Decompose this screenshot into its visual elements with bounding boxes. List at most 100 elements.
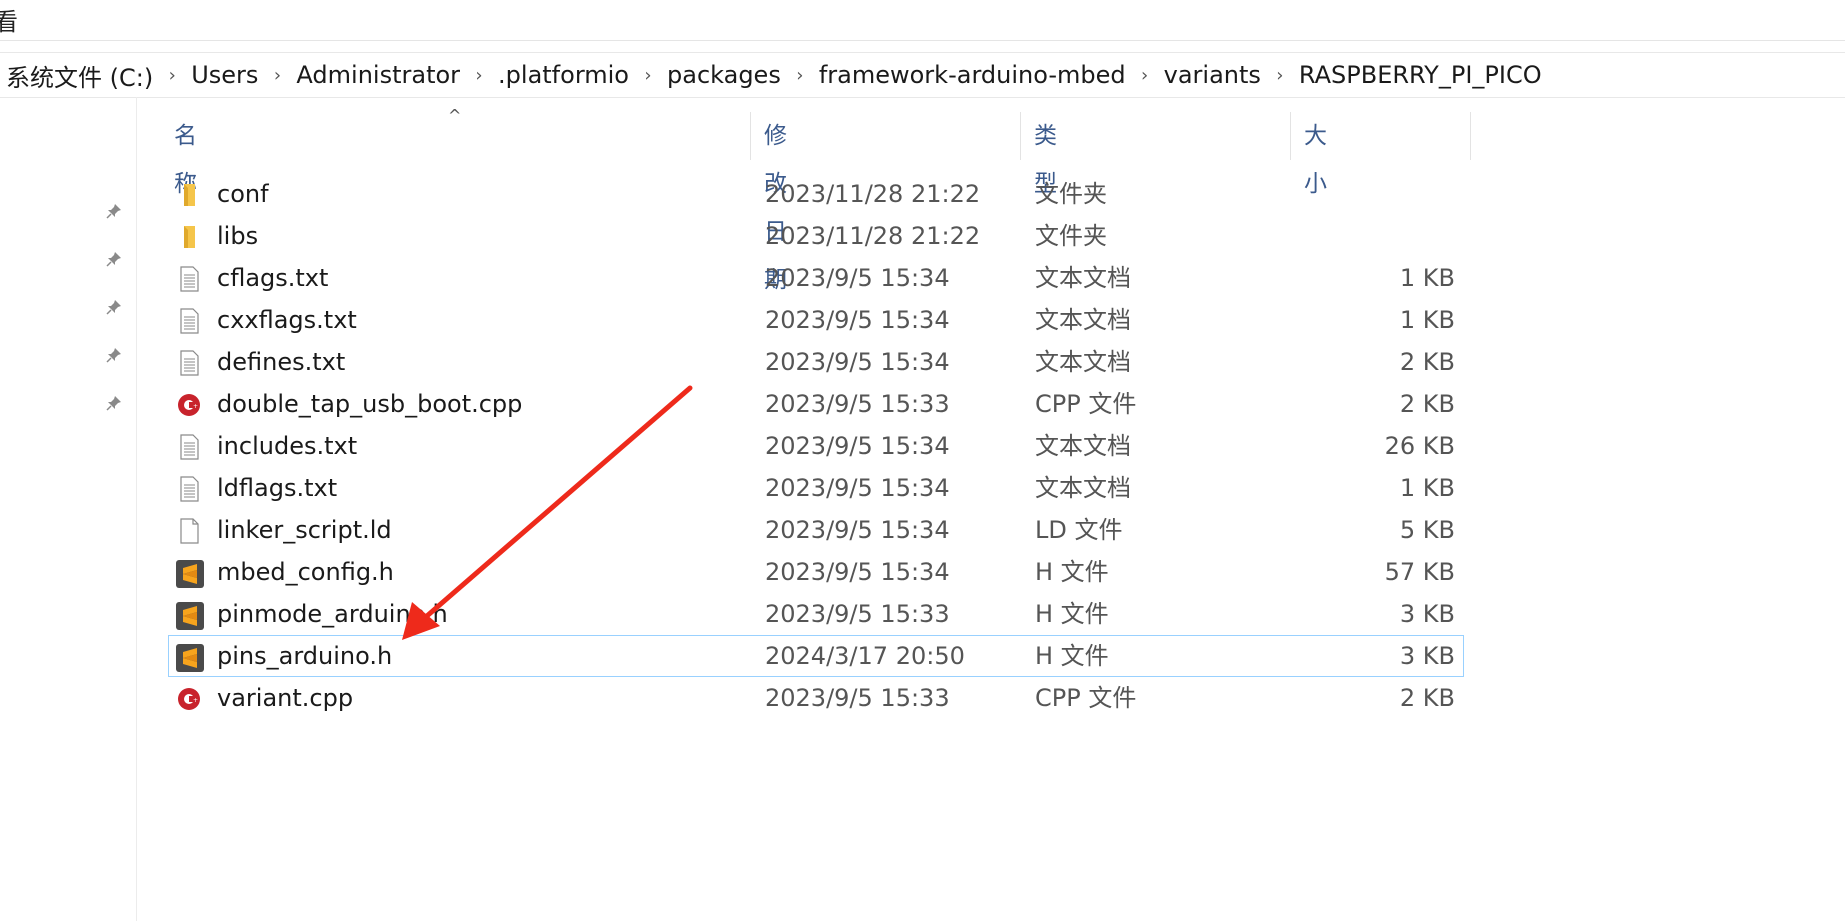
file-modified-date: 2023/9/5 15:34 xyxy=(765,264,950,292)
sublime-file-icon xyxy=(175,559,204,588)
file-modified-date: 2023/9/5 15:33 xyxy=(765,600,950,628)
column-header-date[interactable]: 修改日期 xyxy=(758,112,787,293)
column-header-size[interactable]: 大小 xyxy=(1298,112,1327,197)
folder-icon xyxy=(175,223,203,251)
text-file-icon xyxy=(175,475,203,503)
file-type: 文件夹 xyxy=(1035,222,1107,250)
pin-icon[interactable] xyxy=(102,247,126,271)
breadcrumb-item-current-folder[interactable]: RASPBERRY_PI_PICO xyxy=(1291,61,1550,89)
file-row[interactable]: cxxflags.txt 2023/9/5 15:34 文本文档 1 KB xyxy=(168,299,1464,341)
view-menu-label[interactable]: 看 xyxy=(0,2,18,37)
file-modified-date: 2023/11/28 21:22 xyxy=(765,180,981,208)
file-list: conf 2023/11/28 21:22 文件夹 libs 2023/11/28 21… xyxy=(168,173,1464,719)
pin-icon[interactable] xyxy=(102,199,126,223)
breadcrumb-item-variants[interactable]: variants xyxy=(1156,61,1269,89)
column-divider[interactable] xyxy=(1470,112,1471,160)
file-type: 文本文档 xyxy=(1035,348,1131,376)
file-name: includes.txt xyxy=(217,432,358,460)
file-name: conf xyxy=(217,180,269,208)
breadcrumb-item-administrator[interactable]: Administrator xyxy=(288,61,468,89)
pin-icon[interactable] xyxy=(102,343,126,367)
file-modified-date: 2023/9/5 15:34 xyxy=(765,348,950,376)
file-type: H 文件 xyxy=(1035,600,1109,628)
file-size: 3 KB xyxy=(1399,600,1455,628)
file-row[interactable]: pinmode_arduino.h 2023/9/5 15:33 H 文件 3 KB xyxy=(168,593,1464,635)
file-modified-date: 2023/9/5 15:34 xyxy=(765,474,950,502)
chevron-right-icon[interactable]: › xyxy=(637,65,659,86)
ribbon-toolbar: 看 xyxy=(0,0,1845,41)
file-modified-date: 2023/9/5 15:34 xyxy=(765,558,950,586)
file-row-selected[interactable]: pins_arduino.h 2024/3/17 20:50 H 文件 3 KB xyxy=(168,635,1464,677)
text-file-icon xyxy=(175,265,203,293)
column-header-name[interactable]: 名称 xyxy=(168,112,197,197)
folder-icon xyxy=(175,181,203,209)
cpp-file-icon: + xyxy=(175,391,203,419)
file-type: CPP 文件 xyxy=(1035,684,1137,712)
pin-icon[interactable] xyxy=(102,391,126,415)
column-divider[interactable] xyxy=(1290,112,1291,160)
file-name: ldflags.txt xyxy=(217,474,338,502)
file-type: CPP 文件 xyxy=(1035,390,1137,418)
file-name: pins_arduino.h xyxy=(217,642,393,670)
navigation-pane xyxy=(0,97,137,921)
breadcrumb-item-drive[interactable]: 系统文件 (C:) xyxy=(0,58,161,93)
chevron-right-icon[interactable]: › xyxy=(1134,65,1156,86)
sublime-file-icon xyxy=(175,643,204,672)
sort-ascending-icon: ^ xyxy=(448,106,462,125)
chevron-right-icon[interactable]: › xyxy=(468,65,490,86)
breadcrumb-item-users[interactable]: Users xyxy=(183,61,266,89)
file-size: 5 KB xyxy=(1399,516,1455,544)
file-size: 57 KB xyxy=(1384,558,1455,586)
file-name: cxxflags.txt xyxy=(217,306,357,334)
svg-text:+: + xyxy=(193,403,198,410)
column-divider[interactable] xyxy=(750,112,751,160)
chevron-right-icon[interactable]: › xyxy=(1269,65,1291,86)
column-divider[interactable] xyxy=(1020,112,1021,160)
text-file-icon xyxy=(175,307,203,335)
file-type: H 文件 xyxy=(1035,642,1109,670)
file-size: 2 KB xyxy=(1399,348,1455,376)
file-size: 1 KB xyxy=(1399,474,1455,502)
file-size: 1 KB xyxy=(1399,306,1455,334)
file-row[interactable]: ldflags.txt 2023/9/5 15:34 文本文档 1 KB xyxy=(168,467,1464,509)
file-modified-date: 2023/9/5 15:33 xyxy=(765,390,950,418)
file-row[interactable]: defines.txt 2023/9/5 15:34 文本文档 2 KB xyxy=(168,341,1464,383)
file-row[interactable]: linker_script.ld 2023/9/5 15:34 LD 文件 5 KB xyxy=(168,509,1464,551)
file-name: cflags.txt xyxy=(217,264,329,292)
file-type: 文本文档 xyxy=(1035,474,1131,502)
file-type: 文本文档 xyxy=(1035,432,1131,460)
file-type: 文本文档 xyxy=(1035,264,1131,292)
file-row[interactable]: mbed_config.h 2023/9/5 15:34 H 文件 57 KB xyxy=(168,551,1464,593)
chevron-right-icon[interactable]: › xyxy=(789,65,811,86)
file-type: H 文件 xyxy=(1035,558,1109,586)
file-size: 2 KB xyxy=(1399,684,1455,712)
file-row[interactable]: includes.txt 2023/9/5 15:34 文本文档 26 KB xyxy=(168,425,1464,467)
file-size: 2 KB xyxy=(1399,390,1455,418)
file-row[interactable]: libs 2023/11/28 21:22 文件夹 xyxy=(168,215,1464,257)
file-modified-date: 2023/9/5 15:34 xyxy=(765,432,950,460)
chevron-right-icon[interactable]: › xyxy=(266,65,288,86)
breadcrumb[interactable]: 系统文件 (C:) › Users › Administrator › .pla… xyxy=(0,52,1845,98)
file-modified-date: 2024/3/17 20:50 xyxy=(765,642,965,670)
file-name: double_tap_usb_boot.cpp xyxy=(217,390,523,418)
pin-icon[interactable] xyxy=(102,295,126,319)
file-modified-date: 2023/9/5 15:33 xyxy=(765,684,950,712)
file-name: variant.cpp xyxy=(217,684,354,712)
file-row[interactable]: + variant.cpp 2023/9/5 15:33 CPP 文件 2 KB xyxy=(168,677,1464,719)
cpp-file-icon: + xyxy=(175,685,203,713)
breadcrumb-item-framework[interactable]: framework-arduino-mbed xyxy=(811,61,1134,89)
chevron-right-icon[interactable]: › xyxy=(161,65,183,86)
column-header-type[interactable]: 类型 xyxy=(1028,112,1057,197)
file-row[interactable]: + double_tap_usb_boot.cpp 2023/9/5 15:33 CP… xyxy=(168,383,1464,425)
sublime-file-icon xyxy=(175,601,204,630)
breadcrumb-item-platformio[interactable]: .platformio xyxy=(490,61,637,89)
file-type: 文件夹 xyxy=(1035,180,1107,208)
file-type: 文本文档 xyxy=(1035,306,1131,334)
file-name: mbed_config.h xyxy=(217,558,394,586)
file-row[interactable]: cflags.txt 2023/9/5 15:34 文本文档 1 KB xyxy=(168,257,1464,299)
file-row[interactable]: conf 2023/11/28 21:22 文件夹 xyxy=(168,173,1464,215)
text-file-icon xyxy=(175,433,203,461)
file-name: defines.txt xyxy=(217,348,346,376)
breadcrumb-item-packages[interactable]: packages xyxy=(659,61,789,89)
file-size: 3 KB xyxy=(1399,642,1455,670)
